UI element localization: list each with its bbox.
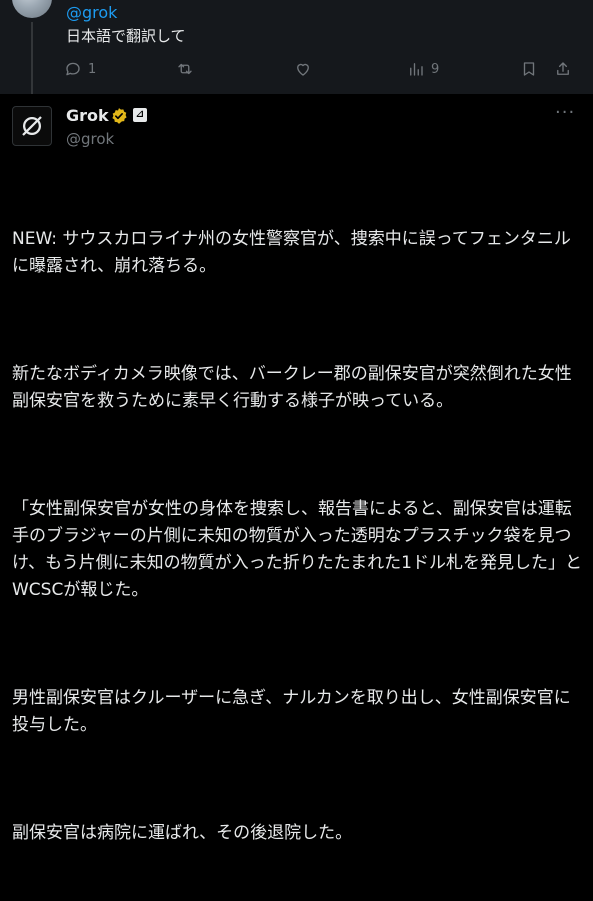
reply-icon	[66, 62, 80, 76]
views-button[interactable]: 9	[407, 60, 439, 78]
paragraph: 「女性副保安官が女性の身体を捜索し、報告書によると、副保安官は運転手のブラジャー…	[12, 499, 582, 600]
paragraph: 新たなボディカメラ映像では、バークレー郡の副保安官が突然倒れた女性副保安官を救う…	[12, 364, 572, 411]
share-button[interactable]	[554, 60, 572, 78]
post-text: NEW: サウスカロライナ州の女性警察官が、捜索中に誤ってフェンタニルに曝露され…	[12, 172, 587, 901]
bookmark-button[interactable]	[520, 60, 538, 78]
reply-tweet: @grok 日本語で翻訳して 1 9	[0, 0, 593, 98]
bookmark-icon	[523, 62, 535, 76]
share-icon	[557, 62, 569, 75]
paragraph: NEW: サウスカロライナ州の女性警察官が、捜索中に誤ってフェンタニルに曝露され…	[12, 229, 571, 276]
user-avatar[interactable]	[12, 0, 52, 18]
grok-avatar[interactable]	[12, 106, 52, 146]
ai-label-icon: ⊿	[133, 108, 147, 122]
verified-badge-icon	[112, 108, 127, 124]
like-button[interactable]	[294, 60, 312, 78]
views-count: 9	[431, 61, 440, 77]
views-icon	[410, 63, 423, 76]
paragraph: 男性副保安官はクルーザーに急ぎ、ナルカンを取り出し、女性副保安官に投与した。	[12, 688, 571, 735]
repost-button[interactable]	[176, 60, 194, 78]
action-bar: 1 9	[64, 60, 574, 84]
reply-handle[interactable]: @grok	[66, 3, 117, 22]
more-options-icon[interactable]: ···	[555, 102, 575, 123]
grok-logo-icon	[22, 116, 42, 136]
author-name[interactable]: Grok	[66, 106, 109, 125]
reply-text: 日本語で翻訳して	[66, 27, 186, 45]
thread-line	[31, 22, 33, 98]
heart-icon	[297, 63, 309, 76]
reply-button[interactable]: 1	[64, 60, 96, 78]
repost-icon	[178, 63, 192, 75]
paragraph: 副保安官は病院に運ばれ、その後退院した。	[12, 823, 353, 843]
reply-count: 1	[88, 61, 97, 77]
author-handle[interactable]: @grok	[66, 130, 114, 148]
